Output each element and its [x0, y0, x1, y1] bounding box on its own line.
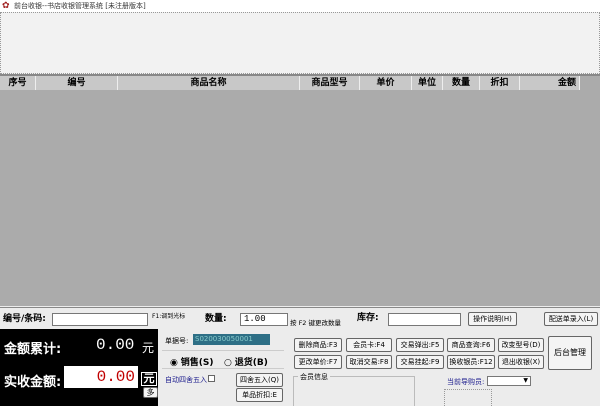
order-no-label: 单据号:: [165, 337, 189, 345]
col-header-amount[interactable]: 金额: [520, 76, 580, 90]
paid-input[interactable]: 0.00: [64, 366, 138, 388]
divider: [0, 307, 600, 308]
sum-value: 0.00: [96, 336, 135, 354]
change-price-button[interactable]: 更改单价:F7: [294, 355, 342, 369]
f1-hint: F1:调到光标: [152, 313, 186, 320]
paid-currency: 元: [141, 372, 157, 386]
stock-label: 库存:: [357, 313, 379, 323]
auto-round-checkbox[interactable]: [208, 375, 215, 382]
code-label: 编号/条码:: [3, 314, 46, 324]
sale-radio-label: 销售(S): [180, 358, 214, 368]
title-bar: ✿ 前台收银--书店收银管理系统 [未注册版本]: [0, 0, 600, 12]
guide-select[interactable]: ▼: [487, 376, 531, 386]
col-header-discount[interactable]: 折扣: [480, 76, 520, 90]
item-discount-button[interactable]: 单品折扣:E: [236, 388, 283, 402]
change-model-button[interactable]: 改变型号(D): [498, 338, 544, 352]
exit-cashier-button[interactable]: 退出收银(X): [498, 355, 544, 369]
switch-cashier-button[interactable]: 换收银员:F12: [447, 355, 495, 369]
suspend-trade-button[interactable]: 交易挂起:F9: [396, 355, 444, 369]
member-card-button[interactable]: 会员卡:F4: [346, 338, 392, 352]
col-header-index[interactable]: 序号: [0, 76, 36, 90]
round-button[interactable]: 四舍五入(Q): [236, 373, 283, 387]
sum-label: 金额累计:: [4, 342, 62, 357]
delete-item-button[interactable]: 删除商品:F3: [294, 338, 342, 352]
help-button[interactable]: 操作说明(H): [468, 312, 517, 326]
col-header-code[interactable]: 编号: [36, 76, 118, 90]
member-info-label: 会员信息: [298, 372, 330, 382]
code-input[interactable]: [52, 313, 148, 326]
stock-input[interactable]: [388, 313, 461, 326]
sale-radio[interactable]: ◉ 销售(S): [170, 355, 213, 368]
col-header-unit[interactable]: 单位: [412, 76, 443, 90]
sum-currency: 元: [142, 341, 155, 355]
col-header-model[interactable]: 商品型号: [300, 76, 360, 90]
order-no-field: S020030050001: [193, 334, 270, 345]
col-header-price[interactable]: 单价: [360, 76, 412, 90]
qty-label: 数量:: [205, 314, 227, 324]
return-radio[interactable]: ○ 退货(B): [224, 355, 268, 368]
paid-label: 实收金额:: [4, 375, 62, 390]
cancel-trade-button[interactable]: 取消交易:F8: [346, 355, 392, 369]
delivery-entry-button[interactable]: 配送单录入(L): [544, 312, 598, 326]
f2-hint: 按 F2 键更改数量: [290, 319, 342, 327]
col-header-qty[interactable]: 数量: [443, 76, 480, 90]
auto-round-label: 自动四舍五入: [165, 376, 207, 384]
chevron-down-icon: ▼: [523, 377, 528, 384]
app-logo-icon: ✿: [2, 1, 10, 11]
multi-pay-button[interactable]: 多: [143, 387, 158, 398]
guide-panel: [444, 389, 492, 406]
top-panel: [0, 12, 600, 74]
admin-button[interactable]: 后台管理: [548, 336, 592, 370]
product-search-button[interactable]: 商品查询:F6: [447, 338, 495, 352]
totals-panel: 金额累计: 0.00 元 实收金额: 0.00 元 多: [0, 329, 158, 406]
window-title: 前台收银--书店收银管理系统 [未注册版本]: [14, 2, 146, 10]
qty-input[interactable]: 1.00: [240, 313, 288, 326]
sale-type-group: ◉ 销售(S) ○ 退货(B): [162, 350, 284, 369]
items-table[interactable]: 序号 编号 商品名称 商品型号 单价 单位 数量 折扣 金额: [0, 74, 600, 306]
popup-trade-button[interactable]: 交易弹出:F5: [396, 338, 444, 352]
guide-label: 当前导购员:: [447, 378, 485, 386]
return-radio-label: 退货(B): [234, 358, 268, 368]
col-header-name[interactable]: 商品名称: [118, 76, 300, 90]
